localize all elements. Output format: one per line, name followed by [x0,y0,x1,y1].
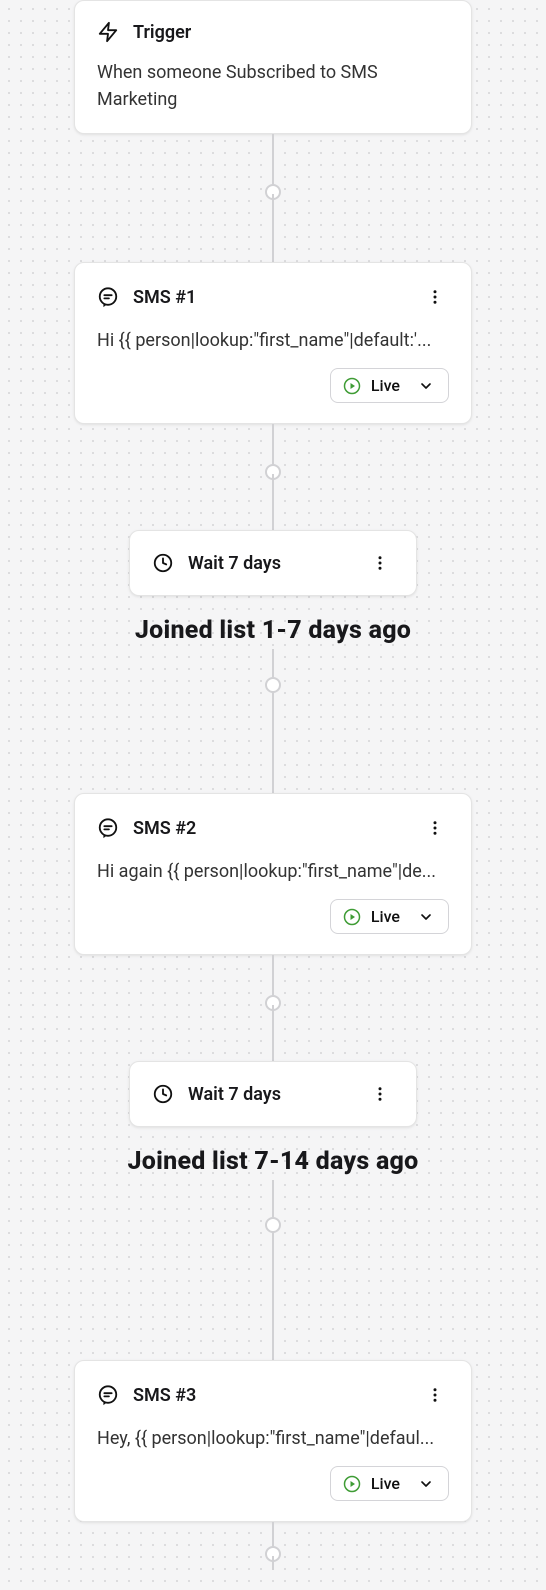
status-dropdown[interactable]: Live [330,1466,449,1501]
sms-title: SMS #3 [133,1385,196,1406]
more-button[interactable] [421,1381,449,1409]
trigger-header: Trigger [97,21,449,43]
flow-canvas: Trigger When someone Subscribed to SMS M… [0,0,546,1590]
lightning-icon [97,21,119,43]
status-dropdown[interactable]: Live [330,899,449,934]
status-label: Live [371,907,400,926]
more-button[interactable] [421,283,449,311]
connector [272,1556,274,1570]
status-dropdown[interactable]: Live [330,368,449,403]
trigger-title: Trigger [133,22,191,43]
card-header: SMS #3 [97,1381,449,1409]
sms-2-card[interactable]: SMS #2 Hi again {{ person|lookup:"first_… [74,793,472,955]
sms-1-card[interactable]: SMS #1 Hi {{ person|lookup:"first_name"|… [74,262,472,424]
more-button[interactable] [366,1080,394,1108]
wait-2-card[interactable]: Wait 7 days [129,1061,417,1127]
connector [272,1270,274,1360]
connector [272,194,274,262]
play-circle-icon [343,908,361,926]
connector [272,721,274,793]
sms-title: SMS #1 [133,287,196,308]
chat-icon [97,1384,119,1406]
status-row: Live [97,368,449,403]
more-button[interactable] [421,814,449,842]
trigger-description: When someone Subscribed to SMS Marketing [97,59,449,113]
more-button[interactable] [366,549,394,577]
chevron-down-icon [418,909,434,925]
connector [272,1522,274,1556]
chat-icon [97,817,119,839]
card-header: Wait 7 days [152,549,394,577]
clock-icon [152,1083,174,1105]
card-header: SMS #2 [97,814,449,842]
connector [272,955,274,1005]
connector [272,134,274,194]
connector [272,1005,274,1061]
sms-preview: Hi again {{ person|lookup:"first_name"|d… [97,858,449,885]
play-circle-icon [343,1475,361,1493]
chevron-down-icon [418,378,434,394]
sms-3-card[interactable]: SMS #3 Hey, {{ person|lookup:"first_name… [74,1360,472,1522]
chevron-down-icon [418,1476,434,1492]
wait-label: Wait 7 days [188,1084,281,1105]
play-circle-icon [343,377,361,395]
sms-preview: Hey, {{ person|lookup:"first_name"|defau… [97,1425,449,1452]
card-header: Wait 7 days [152,1080,394,1108]
clock-icon [152,552,174,574]
card-header: SMS #1 [97,283,449,311]
status-row: Live [97,1466,449,1501]
status-row: Live [97,899,449,934]
status-label: Live [371,376,400,395]
status-label: Live [371,1474,400,1493]
sms-title: SMS #2 [133,818,196,839]
connector [272,1180,274,1270]
wait-1-card[interactable]: Wait 7 days [129,530,417,596]
sms-preview: Hi {{ person|lookup:"first_name"|default… [97,327,449,354]
connector [272,424,274,474]
connector [272,649,274,721]
annotation-2: Joined list 7-14 days ago [0,1147,546,1176]
connector [272,474,274,530]
trigger-card[interactable]: Trigger When someone Subscribed to SMS M… [74,0,472,134]
chat-icon [97,286,119,308]
annotation-1: Joined list 1-7 days ago [0,616,546,645]
wait-label: Wait 7 days [188,553,281,574]
